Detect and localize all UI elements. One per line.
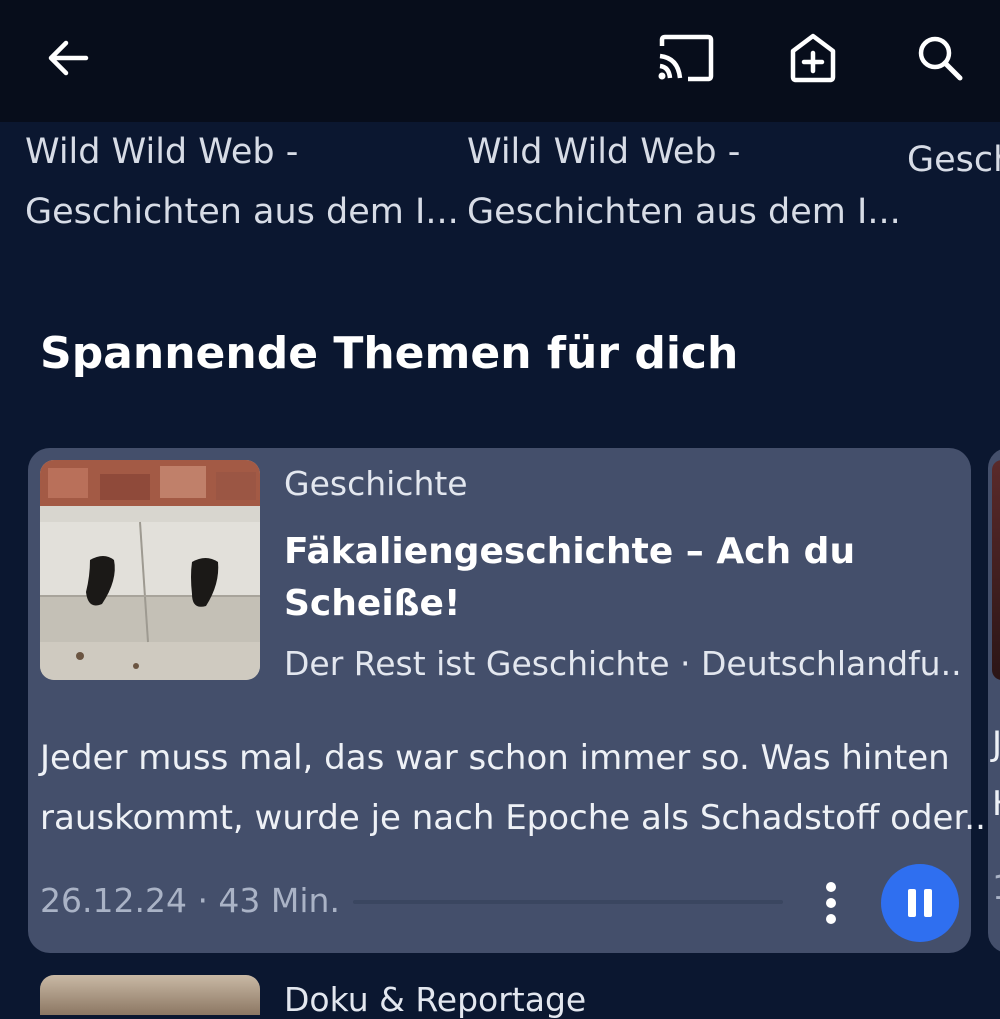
next-card-thumbnail[interactable]: [40, 975, 260, 1015]
cast-icon: [658, 34, 714, 82]
next-episode-card-peek[interactable]: J H 1: [988, 448, 1000, 953]
episode-description-line2: rauskommt, wurde je nach Epoche als Scha…: [40, 798, 997, 838]
episode-card[interactable]: Geschichte Fäkaliengeschichte – Ach du S…: [28, 448, 997, 953]
prev-item-title-line1: Gesch: [907, 140, 1000, 180]
prev-item-title[interactable]: Wild Wild Web - Geschichten aus dem I...: [467, 122, 901, 242]
episode-description: Jeder muss mal, das war schon immer so. …: [40, 728, 997, 848]
prev-item-title-line1: Wild Wild Web -: [467, 132, 741, 172]
prev-item-title[interactable]: Gesch: [907, 130, 1000, 190]
top-app-bar: [0, 0, 1000, 122]
peek-text-line3: 1: [992, 868, 1000, 908]
prev-item-title[interactable]: Wild Wild Web - Geschichten aus dem I...: [25, 122, 459, 242]
podcast-source: Der Rest ist Geschichte · Deutschlandfu.…: [284, 644, 964, 683]
episode-description-line1: Jeder muss mal, das war schon immer so. …: [40, 738, 950, 778]
pause-icon: [908, 889, 932, 917]
section-title: Spannende Themen für dich: [40, 328, 739, 379]
more-vertical-icon: [826, 882, 836, 924]
pause-button[interactable]: [881, 864, 959, 942]
prev-item-title-line2: Geschichten aus dem I...: [25, 192, 459, 232]
arrow-left-icon: [48, 40, 89, 76]
prev-item-title-line2: Geschichten aus dem I...: [467, 192, 901, 232]
add-to-queue-button[interactable]: [783, 28, 843, 88]
more-options-button[interactable]: [816, 878, 846, 928]
episode-thumbnail: [40, 460, 260, 680]
episode-progress-bar: [353, 900, 783, 904]
episode-meta: 26.12.24 · 43 Min.: [40, 881, 340, 920]
next-episode-thumbnail: [992, 460, 1000, 680]
episode-category: Geschichte: [284, 464, 468, 503]
search-icon: [918, 36, 963, 81]
peek-text-line1: J: [992, 724, 1000, 764]
prev-item-title-line1: Wild Wild Web -: [25, 132, 299, 172]
episode-title-line2: Scheiße!: [284, 583, 461, 624]
previous-row: Wild Wild Web - Geschichten aus dem I...…: [0, 122, 1000, 252]
peek-text-line2: H: [992, 784, 1000, 824]
add-to-queue-icon: [790, 33, 836, 83]
search-button[interactable]: [910, 28, 970, 88]
episode-title-line1: Fäkaliengeschichte – Ach du: [284, 531, 856, 572]
cast-button[interactable]: [655, 28, 715, 88]
episode-title: Fäkaliengeschichte – Ach du Scheiße!: [284, 526, 884, 630]
back-button[interactable]: [38, 28, 98, 88]
